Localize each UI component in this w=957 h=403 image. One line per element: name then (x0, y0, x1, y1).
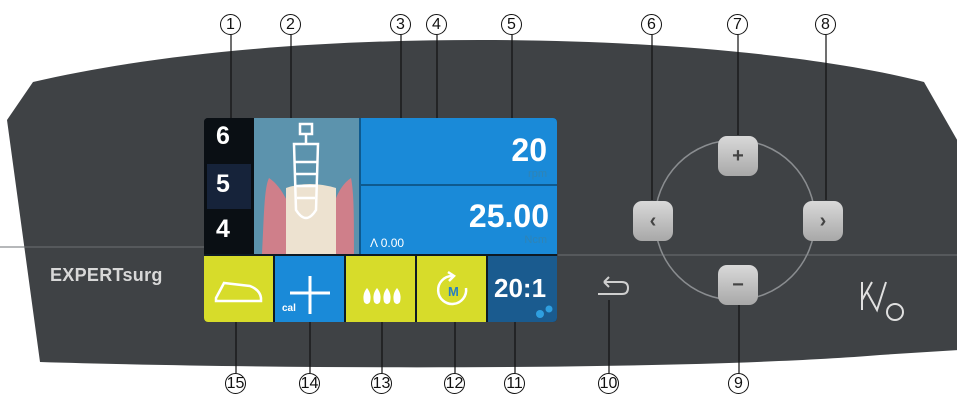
speed-value: 20 (511, 132, 547, 168)
left-button[interactable]: ‹ (633, 201, 673, 241)
speed-unit: rpm (528, 168, 547, 180)
callout-1: 1 (220, 14, 241, 35)
handpiece-tile (204, 256, 273, 322)
step-number-current: 5 (216, 170, 230, 198)
torque-value: 25.00 (468, 198, 549, 234)
right-button[interactable]: › (803, 201, 843, 241)
coolant-tile (346, 256, 415, 322)
torque-unit: Ncm (524, 234, 547, 246)
callout-4: 4 (426, 14, 447, 35)
torque-reading: Λ 0.00 (370, 236, 405, 250)
callout-15: 15 (225, 373, 246, 394)
cal-label: cal (282, 303, 296, 314)
brand-label: EXPERTsurg (50, 265, 163, 285)
bone-shape (286, 184, 336, 254)
callout-10: 10 (598, 373, 619, 394)
plus-button[interactable]: + (718, 136, 758, 176)
ratio-label: 20:1 (494, 273, 547, 303)
callout-2: 2 (280, 14, 301, 35)
minus-button[interactable]: − (718, 265, 758, 305)
motor-label: M (448, 284, 459, 299)
callout-3: 3 (390, 14, 411, 35)
step-number-bottom: 4 (216, 215, 230, 243)
callout-11: 11 (504, 373, 525, 394)
callout-7: 7 (727, 14, 748, 35)
step-number-top: 6 (216, 122, 230, 150)
callout-6: 6 (641, 14, 662, 35)
callout-8: 8 (815, 14, 836, 35)
callout-13: 13 (371, 373, 392, 394)
callout-9: 9 (728, 373, 749, 394)
display-screen: 6 5 4 20 rpm 25.00 Ncm Λ 0.00 20:1 cal M (204, 118, 557, 322)
callout-5: 5 (501, 14, 522, 35)
callout-12: 12 (444, 373, 465, 394)
callout-14: 14 (299, 373, 320, 394)
